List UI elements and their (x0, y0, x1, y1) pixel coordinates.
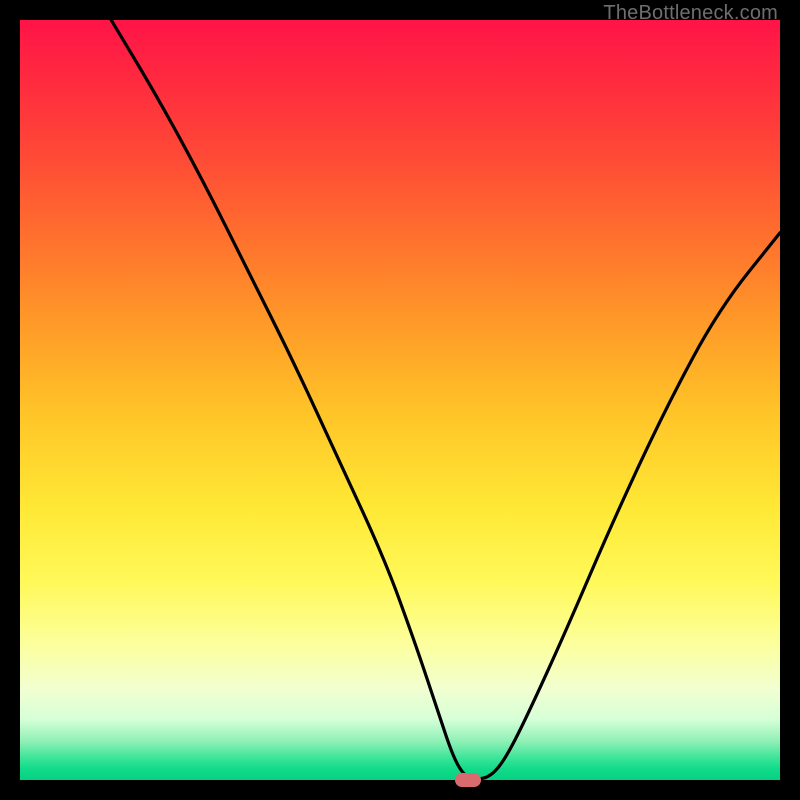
watermark-text: TheBottleneck.com (603, 2, 778, 25)
optimum-marker (455, 773, 481, 787)
outer-frame: TheBottleneck.com (0, 0, 800, 800)
bottleneck-curve (20, 20, 780, 780)
plot-area (20, 20, 780, 780)
curve-path (111, 20, 780, 779)
